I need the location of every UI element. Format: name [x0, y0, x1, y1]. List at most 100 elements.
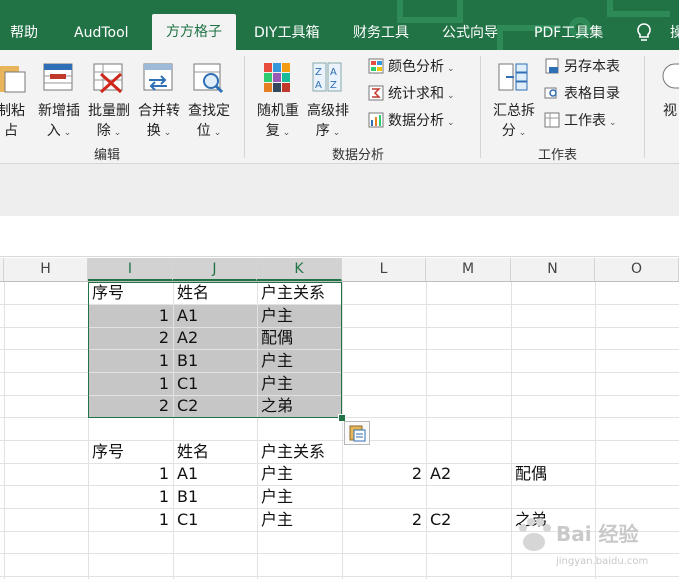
baidu-watermark: Bai 经验 jingyan.baidu.com: [516, 504, 676, 574]
ribbon-collapsed-area: [0, 164, 679, 216]
table2-cell[interactable]: 户主: [257, 509, 342, 531]
table1-header-index[interactable]: 序号: [88, 282, 173, 304]
save-sheet-button[interactable]: 另存本表: [544, 56, 620, 78]
table1-cell[interactable]: 2: [88, 395, 173, 417]
table1-cell[interactable]: 户主: [257, 305, 342, 327]
summary-split-button[interactable]: 汇总拆 分 ⌄: [489, 56, 539, 140]
table2-cell[interactable]: A1: [173, 463, 257, 485]
table1-cell[interactable]: C1: [173, 373, 257, 395]
batch-delete-icon: [93, 63, 123, 94]
stat-sum-button[interactable]: 统计求和 ⌄: [368, 83, 455, 105]
advanced-sort-button[interactable]: Z A A Z 高级排 序 ⌄: [303, 56, 353, 140]
tab-finance-tools[interactable]: 财务工具: [353, 18, 409, 50]
tab-fangfanggezi[interactable]: 方方格子: [152, 14, 236, 50]
ribbon-panel: 制粘 占 新增插 入 ⌄ 批量删 除 ⌄ 合并转 换 ⌄ 查找定 位 ⌄ 编辑 …: [0, 50, 679, 164]
table2-header-index[interactable]: 序号: [88, 441, 173, 463]
find-locate-button[interactable]: 查找定 位 ⌄: [184, 56, 234, 140]
data-analysis-icon: [368, 112, 384, 128]
group-label-data-analysis: 数据分析: [332, 148, 385, 163]
column-header-k[interactable]: K: [257, 258, 342, 281]
table1-cell[interactable]: A2: [173, 327, 257, 349]
tab-diy-toolbox[interactable]: DIY工具箱: [254, 18, 319, 50]
column-header-h[interactable]: H: [4, 258, 88, 281]
table2-cell[interactable]: 1: [88, 486, 173, 508]
table1-cell[interactable]: 户主: [257, 350, 342, 372]
find-locate-label-2: 位 ⌄: [196, 123, 222, 139]
table2-cell[interactable]: 2: [342, 463, 426, 485]
formula-bar[interactable]: [0, 216, 679, 257]
table2-cell[interactable]: 1: [88, 509, 173, 531]
column-header-i[interactable]: I: [88, 258, 173, 281]
data-analysis-button[interactable]: 数据分析 ⌄: [368, 110, 455, 132]
svg-text:Z: Z: [315, 67, 322, 78]
ribbon-tab-bar: 帮助 AudTool 方方格子 DIY工具箱 财务工具 公式向导 PDF工具集 …: [0, 0, 679, 50]
tab-audtool[interactable]: AudTool: [74, 18, 129, 50]
table1-cell[interactable]: 配偶: [257, 327, 342, 349]
table1-cell[interactable]: C2: [173, 395, 257, 417]
column-header-o[interactable]: O: [595, 258, 679, 281]
random-repeat-icon: [264, 63, 290, 92]
stat-sum-icon: [368, 85, 384, 101]
column-header-l[interactable]: L: [342, 258, 426, 281]
color-analysis-button[interactable]: 颜色分析 ⌄: [368, 56, 455, 78]
table2-header-relation[interactable]: 户主关系: [257, 441, 342, 463]
table2-cell[interactable]: C2: [426, 509, 511, 531]
table2-cell[interactable]: B1: [173, 486, 257, 508]
svg-text:A: A: [315, 80, 322, 91]
summary-split-label-1: 汇总拆: [493, 103, 535, 119]
table1-cell[interactable]: 1: [88, 350, 173, 372]
table1-cell[interactable]: A1: [173, 305, 257, 327]
paw-logo-icon: [519, 518, 551, 551]
tab-formula-wizard[interactable]: 公式向导: [442, 18, 498, 50]
batch-delete-button[interactable]: 批量删 除 ⌄: [84, 56, 134, 140]
merge-convert-icon: [143, 63, 173, 91]
advanced-sort-label-2: 序 ⌄: [315, 123, 341, 139]
column-header-row: H I J K L M N O: [0, 258, 679, 282]
advanced-sort-icon: Z A A Z: [312, 62, 342, 92]
group-label-worksheet: 工作表: [538, 148, 578, 163]
insert-row-button[interactable]: 新增插 入 ⌄: [34, 56, 84, 140]
sheet-directory-icon: [544, 87, 557, 99]
group-separator: [480, 56, 481, 158]
random-repeat-button[interactable]: 随机重 复 ⌄: [253, 56, 303, 140]
view-label: 视: [663, 103, 677, 119]
insert-row-icon: [43, 63, 73, 91]
color-analysis-icon: [368, 58, 384, 74]
tab-pdf-tools[interactable]: PDF工具集: [534, 18, 603, 50]
table2-cell[interactable]: 1: [88, 463, 173, 485]
table2-cell[interactable]: A2: [426, 463, 511, 485]
tab-operate[interactable]: 操: [670, 18, 679, 50]
table2-cell[interactable]: C1: [173, 509, 257, 531]
paste-options-button[interactable]: [344, 421, 370, 445]
merge-convert-button[interactable]: 合并转 换 ⌄: [134, 56, 184, 140]
table1-cell[interactable]: 户主: [257, 373, 342, 395]
view-button[interactable]: 视: [654, 56, 679, 140]
svg-text:Z: Z: [330, 80, 337, 91]
table1-cell[interactable]: 2: [88, 327, 173, 349]
column-header-m[interactable]: M: [426, 258, 511, 281]
worksheet-button[interactable]: 工作表 ⌄: [544, 110, 617, 132]
table1-cell[interactable]: 1: [88, 305, 173, 327]
paste-options-icon: [349, 425, 366, 442]
lightbulb-icon[interactable]: [636, 22, 652, 44]
sheet-directory-button[interactable]: 表格目录: [544, 83, 620, 105]
table1-cell[interactable]: 之弟: [257, 395, 342, 417]
column-header-j[interactable]: J: [173, 258, 257, 281]
table2-cell[interactable]: 2: [342, 509, 426, 531]
summary-split-icon: [498, 63, 528, 91]
table2-cell[interactable]: 户主: [257, 463, 342, 485]
column-header-n[interactable]: N: [511, 258, 595, 281]
group-label-edit: 编辑: [94, 148, 121, 163]
table1-header-relation[interactable]: 户主关系: [257, 282, 342, 304]
worksheet-icon: [544, 112, 560, 128]
tab-help[interactable]: 帮助: [10, 18, 38, 50]
view-icon: [662, 63, 679, 89]
summary-split-label-2: 分 ⌄: [501, 123, 527, 139]
save-sheet-icon: [545, 58, 559, 74]
table2-cell[interactable]: 配偶: [511, 463, 595, 485]
table2-header-name[interactable]: 姓名: [173, 441, 257, 463]
table1-header-name[interactable]: 姓名: [173, 282, 257, 304]
table2-cell[interactable]: 户主: [257, 486, 342, 508]
table1-cell[interactable]: 1: [88, 373, 173, 395]
table1-cell[interactable]: B1: [173, 350, 257, 372]
